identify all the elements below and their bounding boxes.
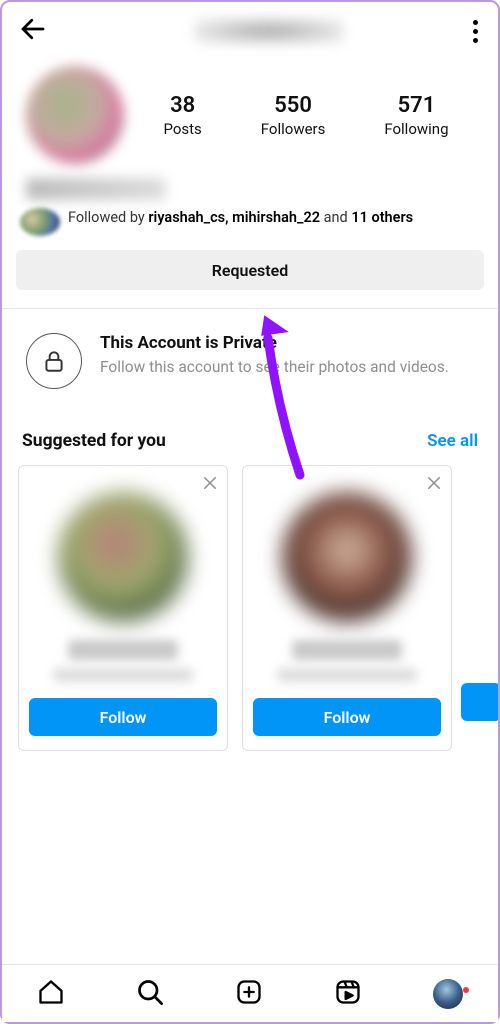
suggested-header: Suggested for you See all [2, 405, 498, 465]
private-account-notice: This Account is Private Follow this acco… [2, 309, 498, 405]
profile-avatar[interactable] [26, 66, 124, 164]
following-stat[interactable]: 571 Following [384, 93, 448, 138]
see-all-link[interactable]: See all [427, 431, 478, 451]
more-options-icon[interactable] [469, 16, 482, 47]
suggested-card: Follow [242, 465, 452, 751]
dismiss-suggestion-icon[interactable] [201, 474, 219, 495]
following-label: Following [384, 120, 448, 138]
follow-button[interactable]: Follow [29, 698, 217, 736]
suggested-avatar[interactable] [58, 492, 188, 622]
follow-button[interactable] [461, 683, 498, 721]
posts-count: 38 [163, 93, 201, 118]
private-text: This Account is Private Follow this acco… [100, 333, 449, 378]
lock-icon [26, 333, 82, 389]
suggested-cards-row[interactable]: Follow Follow [2, 465, 498, 751]
following-count: 571 [384, 93, 448, 118]
mutual-followers-thumb [20, 208, 60, 236]
profile-info-row: 38 Posts 550 Followers 571 Following [2, 56, 498, 168]
profile-stats: 38 Posts 550 Followers 571 Following [134, 93, 478, 138]
suggested-subtitle [277, 668, 417, 682]
posts-stat[interactable]: 38 Posts [163, 93, 201, 138]
follow-button[interactable]: Follow [253, 698, 441, 736]
suggested-name [68, 640, 178, 660]
profile-header [2, 2, 498, 56]
posts-label: Posts [163, 120, 201, 138]
suggested-card-partial [466, 465, 496, 751]
followers-label: Followers [261, 120, 326, 138]
back-arrow-icon[interactable] [18, 14, 48, 48]
bottom-nav [2, 964, 498, 1022]
suggested-title: Suggested for you [22, 431, 166, 451]
home-icon[interactable] [37, 978, 65, 1010]
suggested-subtitle [53, 668, 193, 682]
profile-username [194, 18, 344, 44]
private-body: Follow this account to see their photos … [100, 357, 449, 378]
profile-display-name [26, 178, 166, 200]
followers-stat[interactable]: 550 Followers [261, 93, 326, 138]
search-icon[interactable] [136, 978, 164, 1010]
followed-by-text: Followed by riyashah_cs, mihirshah_22 an… [68, 208, 413, 228]
private-title: This Account is Private [100, 333, 449, 353]
follow-status-label: Requested [212, 261, 289, 280]
new-post-icon[interactable] [235, 978, 263, 1010]
followers-count: 550 [261, 93, 326, 118]
suggested-avatar[interactable] [282, 492, 412, 622]
follow-status-button[interactable]: Requested [16, 250, 484, 290]
suggested-name [292, 640, 402, 660]
suggested-card: Follow [18, 465, 228, 751]
dismiss-suggestion-icon[interactable] [425, 474, 443, 495]
profile-nav-avatar[interactable] [433, 979, 463, 1009]
reels-icon[interactable] [334, 978, 362, 1010]
followed-by-row[interactable]: Followed by riyashah_cs, mihirshah_22 an… [2, 208, 498, 236]
